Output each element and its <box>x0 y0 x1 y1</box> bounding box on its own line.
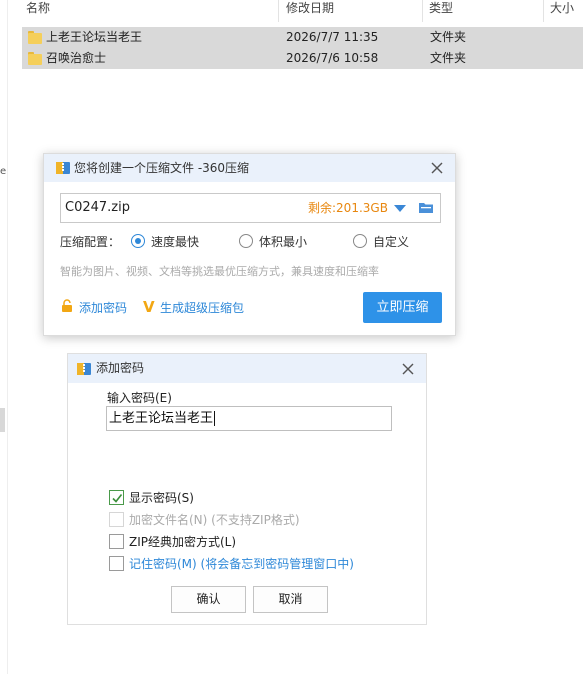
file-name: 上老王论坛当老王 <box>46 30 143 44</box>
remember-password-checkbox[interactable] <box>109 556 124 571</box>
radio-fastest[interactable] <box>131 234 145 248</box>
compress-hint-text: 智能为图片、视频、文档等挑选最优压缩方式，兼具速度和压缩率 <box>60 265 379 278</box>
password-input-label: 输入密码(E) <box>107 391 172 405</box>
left-pane-scroll-marker <box>0 408 5 432</box>
encrypt-filenames-label: 加密文件名(N) (不支持ZIP格式) <box>129 513 300 527</box>
column-header-date[interactable]: 修改日期 <box>282 0 334 18</box>
file-row[interactable]: 召唤治愈士 2026/7/6 10:58 文件夹 <box>22 48 583 69</box>
compress-dialog-titlebar[interactable]: 您将创建一个压缩文件 -360压缩 <box>44 154 455 182</box>
compress-config-label: 压缩配置： <box>60 235 121 249</box>
compress-dialog: 您将创建一个压缩文件 -360压缩 C0247.zip 剩余:201.3GB 压… <box>43 153 456 336</box>
file-name: 召唤治愈士 <box>46 51 107 65</box>
column-header-size[interactable]: 大小 <box>546 0 574 18</box>
cancel-button[interactable]: 取消 <box>253 586 328 613</box>
file-date: 2026/7/6 10:58 <box>286 51 379 65</box>
folder-icon <box>28 52 42 65</box>
chevron-down-icon[interactable] <box>394 205 406 212</box>
close-icon[interactable] <box>398 359 418 379</box>
password-text: 上老王论坛当老王 <box>109 411 214 426</box>
free-space-label: 剩余:201.3GB <box>308 201 388 215</box>
column-separator[interactable] <box>422 0 423 22</box>
column-header-name[interactable]: 名称 <box>22 0 50 18</box>
radio-fastest-label[interactable]: 速度最快 <box>151 234 199 250</box>
folder-icon <box>28 31 42 44</box>
zip-classic-encryption-label[interactable]: ZIP经典加密方式(L) <box>129 534 236 550</box>
compress-now-button[interactable]: 立即压缩 <box>363 292 442 323</box>
show-password-checkbox[interactable] <box>109 490 124 505</box>
browse-folder-icon[interactable] <box>418 200 434 216</box>
password-dialog-title: 添加密码 <box>96 361 145 375</box>
text-caret <box>214 411 216 426</box>
password-input-value[interactable]: 上老王论坛当老王 <box>109 407 216 430</box>
column-header-type[interactable]: 类型 <box>425 0 453 18</box>
left-pane-edge <box>0 0 8 674</box>
close-icon[interactable] <box>427 158 447 178</box>
radio-custom[interactable] <box>353 234 367 248</box>
password-dialog-titlebar[interactable]: 添加密码 <box>68 354 426 383</box>
left-pane-edge-text: e <box>0 166 7 177</box>
compress-dialog-title: 您将创建一个压缩文件 -360压缩 <box>74 161 250 175</box>
zip-classic-encryption-checkbox[interactable] <box>109 534 124 549</box>
file-list-header: 名称 修改日期 类型 大小 <box>22 0 583 22</box>
archive-file-name[interactable]: C0247.zip <box>65 194 130 222</box>
archive-app-icon <box>77 363 91 375</box>
encrypt-filenames-checkbox <box>109 512 124 527</box>
file-row[interactable]: 上老王论坛当老王 2026/7/7 11:35 文件夹 <box>22 27 583 48</box>
column-separator[interactable] <box>543 0 544 22</box>
confirm-button[interactable]: 确认 <box>171 586 246 613</box>
checkmark-icon <box>112 494 123 503</box>
column-separator[interactable] <box>278 0 279 22</box>
archive-path-field[interactable]: C0247.zip 剩余:201.3GB <box>60 193 441 223</box>
lock-icon <box>62 299 72 312</box>
archive-app-icon <box>56 162 70 174</box>
file-type: 文件夹 <box>430 30 467 44</box>
radio-smallest[interactable] <box>239 234 253 248</box>
file-type: 文件夹 <box>430 51 467 65</box>
super-package-link[interactable]: 生成超级压缩包 <box>160 300 244 316</box>
vip-v-icon: V <box>143 298 155 316</box>
password-input[interactable]: 上老王论坛当老王 <box>106 406 392 431</box>
radio-smallest-label[interactable]: 体积最小 <box>259 234 307 250</box>
file-date: 2026/7/7 11:35 <box>286 30 379 44</box>
remember-password-label[interactable]: 记住密码(M) (将会备忘到密码管理窗口中) <box>129 556 354 572</box>
add-password-link[interactable]: 添加密码 <box>79 300 127 316</box>
add-password-dialog: 添加密码 输入密码(E) 上老王论坛当老王 显示密码(S) 加密文件名(N) (… <box>67 353 427 625</box>
show-password-label[interactable]: 显示密码(S) <box>129 490 194 506</box>
radio-custom-label[interactable]: 自定义 <box>373 234 409 250</box>
